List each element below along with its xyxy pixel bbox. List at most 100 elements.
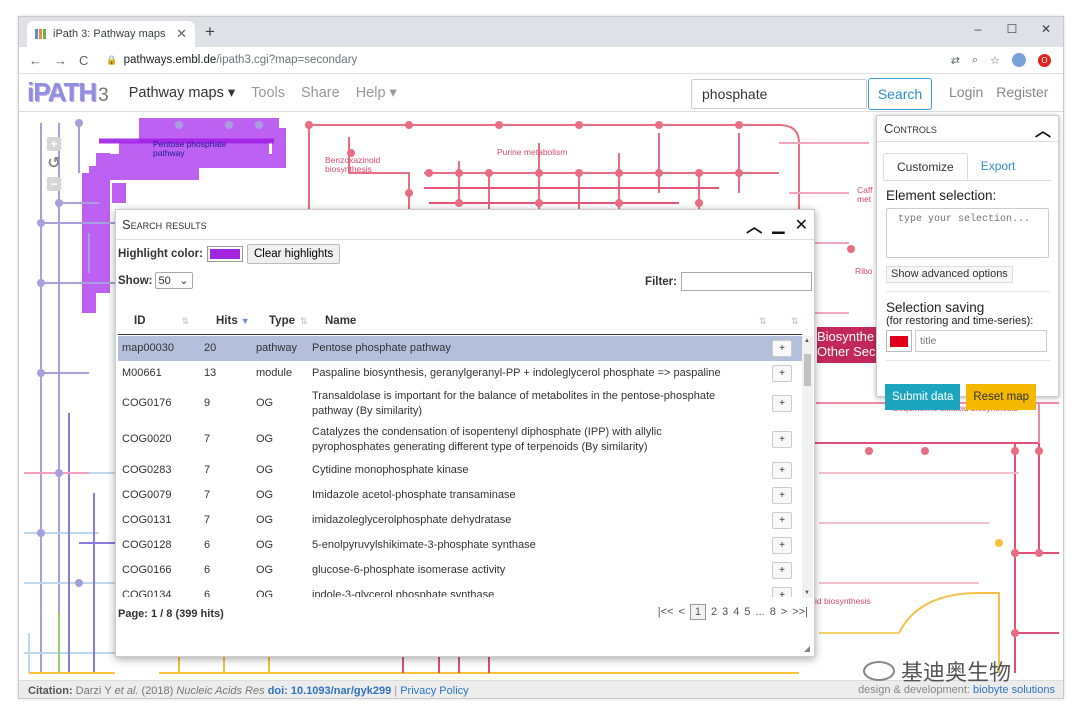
forward-button[interactable]: → [54,53,67,68]
map-label-biosynthesis[interactable]: id biosynthesis [815,597,871,606]
map-label-ribo[interactable]: Ribo [855,267,872,276]
map-label-pentose[interactable]: Pentose phosphate pathway [153,140,226,158]
page-link[interactable]: 1 [689,604,707,620]
filter-input[interactable] [681,272,812,291]
highlight-color-swatch [209,249,240,259]
reset-map-button[interactable]: Reset map [966,384,1036,410]
save-color-picker[interactable] [886,330,912,352]
scroll-thumb[interactable] [804,354,811,386]
register-link[interactable]: Register [996,84,1048,100]
map-label-benzoxazinoid[interactable]: Benzoxazinoid biosynthesis [325,156,380,174]
map-label-purine[interactable]: Purine metabolism [497,148,567,157]
page-link[interactable]: 4 [733,606,739,618]
row-name: Pentose phosphate pathway [312,342,451,354]
back-button[interactable]: ← [29,53,42,68]
page-link[interactable]: 2 [711,606,717,618]
add-to-selection-button[interactable]: + [772,561,792,579]
search-input[interactable] [691,79,867,109]
table-row[interactable]: M00661 13 module Paspaline biosynthesis, ge… [118,361,802,386]
page-link[interactable]: >>| [792,606,808,618]
add-to-selection-button[interactable]: + [772,511,792,529]
highlight-color-picker[interactable] [206,246,243,262]
add-to-selection-button[interactable]: + [772,536,792,554]
add-to-selection-button[interactable]: + [772,486,792,504]
minimize-icon[interactable]: ▁ [772,215,784,235]
scroll-down-icon[interactable]: ▼ [804,590,810,596]
doi-link[interactable]: doi: 10.1093/nar/gyk299 [268,685,392,697]
page-link[interactable]: < [678,606,684,618]
column-type[interactable]: Type ⇅ [269,315,308,327]
minimize-button[interactable]: – [961,17,995,41]
menu-tools[interactable]: Tools [251,85,285,101]
row-type: OG [256,397,274,409]
login-link[interactable]: Login [949,84,983,100]
tab-customize[interactable]: Customize [883,153,968,180]
column-hits[interactable]: Hits ▼ [216,315,250,327]
column-id[interactable]: ID ⇅ [134,315,189,327]
page-link[interactable]: > [781,606,787,618]
tab-close-icon[interactable]: ✕ [176,26,187,42]
add-to-selection-button[interactable]: + [772,339,792,357]
row-id: COG0176 [122,397,172,409]
save-title-input[interactable] [915,330,1047,352]
clear-highlights-button[interactable]: Clear highlights [246,244,341,264]
results-scrollbar[interactable]: ▲ ▼ [802,336,813,598]
close-icon[interactable]: ✕ [795,215,808,235]
browser-tab[interactable]: iPath 3: Pathway maps ✕ [27,21,195,47]
privacy-policy-link[interactable]: Privacy Policy [400,685,468,697]
close-window-button[interactable]: ✕ [1029,17,1063,41]
table-row[interactable]: COG0131 7 OG imidazoleglycerolphosphate deh… [118,508,802,533]
sort-icon: ⇅ [791,316,799,326]
add-to-selection-button[interactable]: + [772,364,792,382]
zoom-in-icon[interactable]: + [47,137,61,151]
collapse-chevron-icon[interactable]: ︿ [746,213,762,237]
column-name[interactable]: Name [325,315,356,327]
menu-help[interactable]: Help ▾ [356,85,397,101]
rotate-icon[interactable]: ↺ [47,156,61,172]
search-button[interactable]: Search [868,78,932,110]
table-row[interactable]: COG0166 6 OG glucose-6-phosphate isomerase … [118,558,802,583]
extension-icon[interactable]: O [1038,53,1051,67]
table-row[interactable]: COG0128 6 OG 5-enolpyruvylshikimate-3-phosp… [118,533,802,558]
tab-export[interactable]: Export [968,153,1029,180]
new-tab-button[interactable]: + [205,22,215,42]
add-to-selection-button[interactable]: + [772,395,792,412]
reload-button[interactable]: C [79,53,88,68]
submit-data-button[interactable]: Submit data [885,384,961,410]
table-row[interactable]: COG0079 7 OG Imidazole acetol-phosphate tra… [118,483,802,508]
profile-avatar-icon[interactable] [1012,53,1026,67]
row-id: COG0079 [122,488,172,501]
page-size-select[interactable]: 50 ⌄ [154,272,193,289]
browser-window: iPath 3: Pathway maps ✕ + – ☐ ✕ ← → C 🔒 … [18,16,1064,699]
controls-title: Controls [884,121,937,136]
address-bar[interactable]: 🔒 pathways.embl.de /ipath3.cgi?map=secon… [106,54,950,66]
table-row[interactable]: map00030 20 pathway Pentose phosphate pathw… [118,336,802,361]
table-row[interactable]: COG0020 7 OG Catalyzes the condensation of … [118,422,802,458]
page-link[interactable]: 3 [722,606,728,618]
bookmark-star-icon[interactable]: ☆ [990,54,1000,67]
menu-share[interactable]: Share [301,85,340,101]
resize-handle-icon[interactable]: ◢ [804,644,810,653]
translate-icon[interactable]: ⇄ [951,54,960,67]
filter-row: Filter: [645,272,812,291]
map-label-caffeine[interactable]: Caff met [857,186,872,204]
page-link[interactable]: 5 [744,606,750,618]
ipath-logo[interactable]: iPATH 3 [27,77,109,108]
table-row[interactable]: COG0134 6 OG indole-3-glycerol phosphate sy… [118,583,802,597]
add-to-selection-button[interactable]: + [772,586,792,597]
page-link[interactable]: 8 [770,606,776,618]
collapse-chevron-icon[interactable]: ︿ [1035,117,1051,141]
row-name: Transaldolase is important for the balan… [312,390,716,417]
zoom-out-icon[interactable]: − [47,177,61,191]
maximize-button[interactable]: ☐ [995,17,1029,41]
zoom-icon[interactable]: ⌕ [972,54,978,67]
show-advanced-options-button[interactable]: Show advanced options [886,266,1013,283]
element-selection-input[interactable] [886,208,1049,258]
menu-pathway-maps[interactable]: Pathway maps ▾ [129,85,235,101]
table-row[interactable]: COG0176 9 OG Transaldolase is important for… [118,386,802,422]
table-row[interactable]: COG0283 7 OG Cytidine monophosphate kinase + [118,458,802,483]
add-to-selection-button[interactable]: + [772,461,792,479]
add-to-selection-button[interactable]: + [772,431,792,448]
scroll-up-icon[interactable]: ▲ [804,338,810,344]
page-link[interactable]: |<< [658,606,674,618]
